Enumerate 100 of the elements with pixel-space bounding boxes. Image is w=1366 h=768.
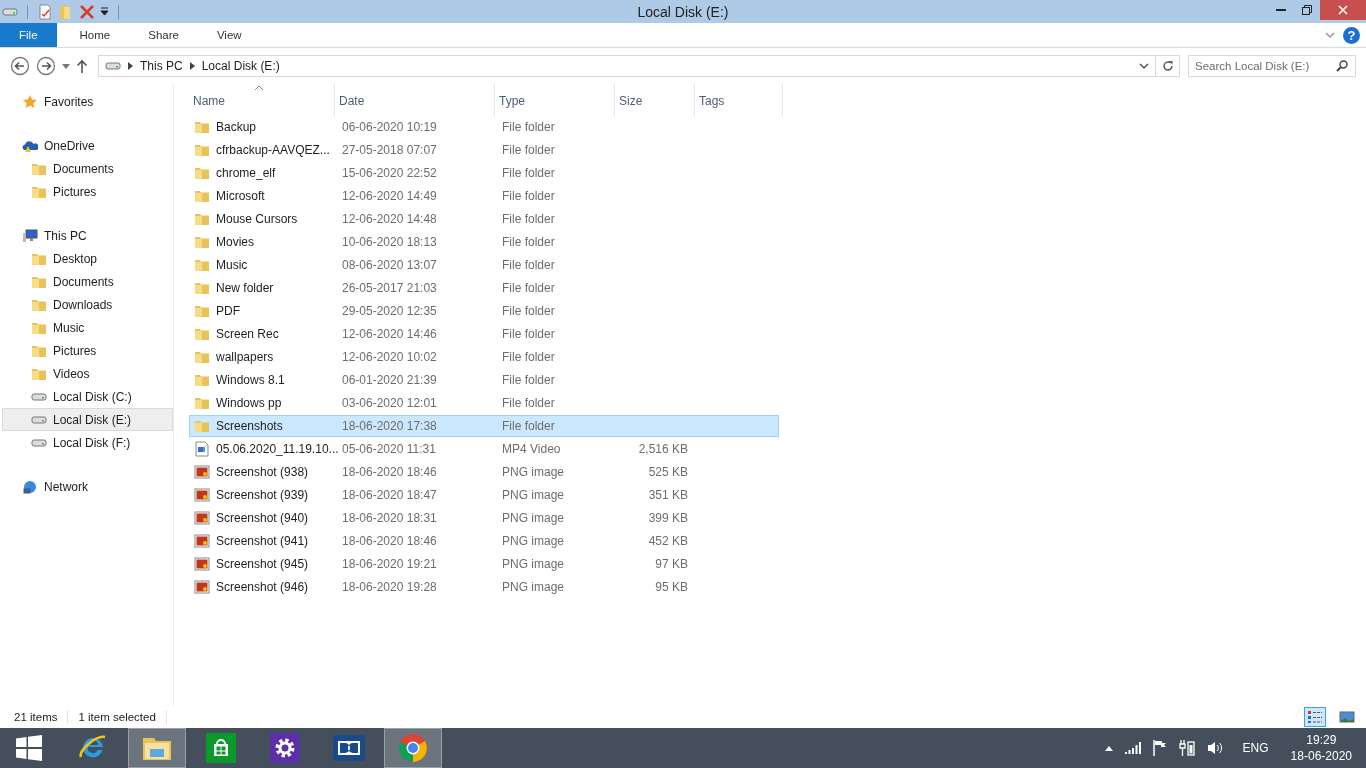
drive-icon [31, 415, 47, 424]
ribbon-tab[interactable]: View [201, 23, 257, 47]
file-date: 08-06-2020 13:07 [342, 258, 437, 272]
file-row[interactable]: Screenshot (946) 18-06-2020 19:28 PNG image 95 KB [189, 576, 779, 598]
settings-icon [270, 733, 300, 763]
file-row[interactable]: Screenshots 18-06-2020 17:38 File folder [189, 415, 779, 437]
file-row[interactable]: Screenshot (939) 18-06-2020 18:47 PNG image 351 KB [189, 484, 779, 506]
file-type: PNG image [502, 580, 565, 594]
file-row[interactable]: Microsoft 12-06-2020 14:49 File folder [189, 185, 779, 207]
file-row[interactable]: Movies 10-06-2020 18:13 File folder [189, 231, 779, 253]
video-file-icon [194, 441, 210, 457]
ribbon-tab[interactable]: Home [64, 23, 126, 47]
file-row[interactable]: wallpapers 12-06-2020 10:02 File folder [189, 346, 779, 368]
file-row[interactable]: 05.06.2020_11.19.10... 05-06-2020 11:31 MP4 Video 2,516 KB [189, 438, 779, 460]
file-row[interactable]: Screenshot (940) 18-06-2020 18:31 PNG image 399 KB [189, 507, 779, 529]
double-d-icon [333, 735, 365, 761]
file-row[interactable]: chrome_elf 15-06-2020 22:52 File folder [189, 162, 779, 184]
file-row[interactable]: PDF 29-05-2020 12:35 File folder [189, 300, 779, 322]
file-row[interactable]: Screenshot (945) 18-06-2020 19:21 PNG image 97 KB [189, 553, 779, 575]
item-count: 21 items [14, 711, 58, 723]
column-header[interactable]: Type [495, 84, 615, 116]
refresh-button[interactable] [1156, 55, 1180, 77]
nav-item[interactable]: Music [2, 316, 173, 339]
folder-icon [194, 234, 210, 250]
nav-item[interactable]: OneDrive [2, 134, 173, 157]
file-row[interactable]: Backup 06-06-2020 10:19 File folder [189, 116, 779, 138]
column-header[interactable]: Date [335, 84, 495, 116]
shopping-bag-icon [206, 733, 236, 763]
flag-icon[interactable] [1152, 740, 1167, 756]
image-file-icon [194, 510, 210, 526]
file-name: cfrbackup-AAVQEZ... [216, 143, 330, 157]
nav-item[interactable]: Documents [2, 157, 173, 180]
details-view-button[interactable] [1304, 707, 1326, 727]
search-icon[interactable] [1336, 60, 1348, 72]
ribbon-tab[interactable]: File [0, 23, 57, 47]
show-hidden-icons-icon[interactable] [1104, 745, 1113, 751]
back-icon[interactable] [10, 56, 30, 76]
nav-item[interactable]: Downloads [2, 293, 173, 316]
nav-item[interactable]: Network [2, 475, 173, 498]
file-name: 05.06.2020_11.19.10... [216, 442, 339, 456]
address-bar[interactable]: This PC Local Disk (E:) [98, 55, 1156, 77]
explorer-taskbar-button[interactable] [128, 728, 186, 768]
file-date: 12-06-2020 14:49 [342, 189, 437, 203]
chevron-down-icon[interactable] [1325, 31, 1335, 39]
nav-item[interactable]: Documents [2, 270, 173, 293]
column-header[interactable]: Size [615, 84, 695, 116]
folder-icon [194, 418, 210, 434]
nav-item[interactable]: Desktop [2, 247, 173, 270]
file-type: PNG image [502, 534, 565, 548]
file-row[interactable]: Screenshot (938) 18-06-2020 18:46 PNG image 525 KB [189, 461, 779, 483]
column-header[interactable]: Name [189, 84, 335, 116]
volume-icon[interactable] [1206, 741, 1223, 755]
language-indicator[interactable]: ENG [1242, 741, 1269, 755]
up-arrow-icon[interactable] [76, 59, 88, 73]
clock[interactable]: 19:29 18-06-2020 [1290, 732, 1352, 764]
file-size: 2,516 KB [638, 442, 688, 456]
folder-icon [194, 303, 210, 319]
nav-item[interactable]: Local Disk (F:) [2, 431, 173, 454]
search-field[interactable]: Search Local Disk (E:) [1188, 55, 1356, 77]
file-row[interactable]: Music 08-06-2020 13:07 File folder [189, 254, 779, 276]
file-name: New folder [216, 281, 274, 295]
chrome-logo-icon [398, 733, 428, 763]
file-date: 18-06-2020 18:46 [342, 465, 437, 479]
file-date: 06-01-2020 21:39 [342, 373, 437, 387]
battery-icon[interactable] [1178, 740, 1195, 756]
file-type: File folder [502, 166, 555, 180]
ribbon-tab[interactable]: Share [133, 23, 194, 47]
file-type: File folder [502, 396, 555, 410]
chrome-taskbar-button[interactable] [384, 728, 442, 768]
forward-icon[interactable] [36, 56, 56, 76]
file-row[interactable]: Mouse Cursors 12-06-2020 14:48 File folder [189, 208, 779, 230]
nav-item[interactable]: This PC [2, 224, 173, 247]
properties-icon[interactable] [37, 3, 53, 20]
nav-item[interactable]: Videos [2, 362, 173, 385]
file-type: File folder [502, 235, 555, 249]
help-button[interactable]: ? [1343, 26, 1360, 44]
file-row[interactable]: Windows pp 03-06-2020 12:01 File folder [189, 392, 779, 414]
dropdown-icon[interactable] [100, 7, 109, 16]
file-type: File folder [502, 373, 555, 387]
file-row[interactable]: Windows 8.1 06-01-2020 21:39 File folder [189, 369, 779, 391]
file-row[interactable]: New folder 26-05-2017 21:03 File folder [189, 277, 779, 299]
file-type: File folder [502, 350, 555, 364]
nav-item[interactable]: Local Disk (E:) [2, 408, 173, 431]
file-row[interactable]: Screenshot (941) 18-06-2020 18:46 PNG image 452 KB [189, 530, 779, 552]
image-file-icon [194, 579, 210, 595]
signal-icon[interactable] [1124, 742, 1141, 754]
nav-item[interactable]: Local Disk (C:) [2, 385, 173, 408]
dropdown-icon[interactable] [62, 63, 70, 69]
file-row[interactable]: cfrbackup-AAVQEZ... 27-05-2018 07:07 File folder [189, 139, 779, 161]
nav-item[interactable]: Pictures [2, 339, 173, 362]
network-icon [22, 478, 38, 495]
file-name: chrome_elf [216, 166, 276, 180]
column-header[interactable]: Tags [695, 84, 783, 116]
file-date: 12-06-2020 14:46 [342, 327, 437, 341]
nav-item[interactable]: Pictures [2, 180, 173, 203]
nav-item[interactable]: Favorites [2, 90, 173, 113]
file-name: Backup [216, 120, 257, 134]
minimize-icon [1276, 9, 1286, 11]
delete-icon[interactable] [79, 3, 95, 20]
file-row[interactable]: Screen Rec 12-06-2020 14:46 File folder [189, 323, 779, 345]
